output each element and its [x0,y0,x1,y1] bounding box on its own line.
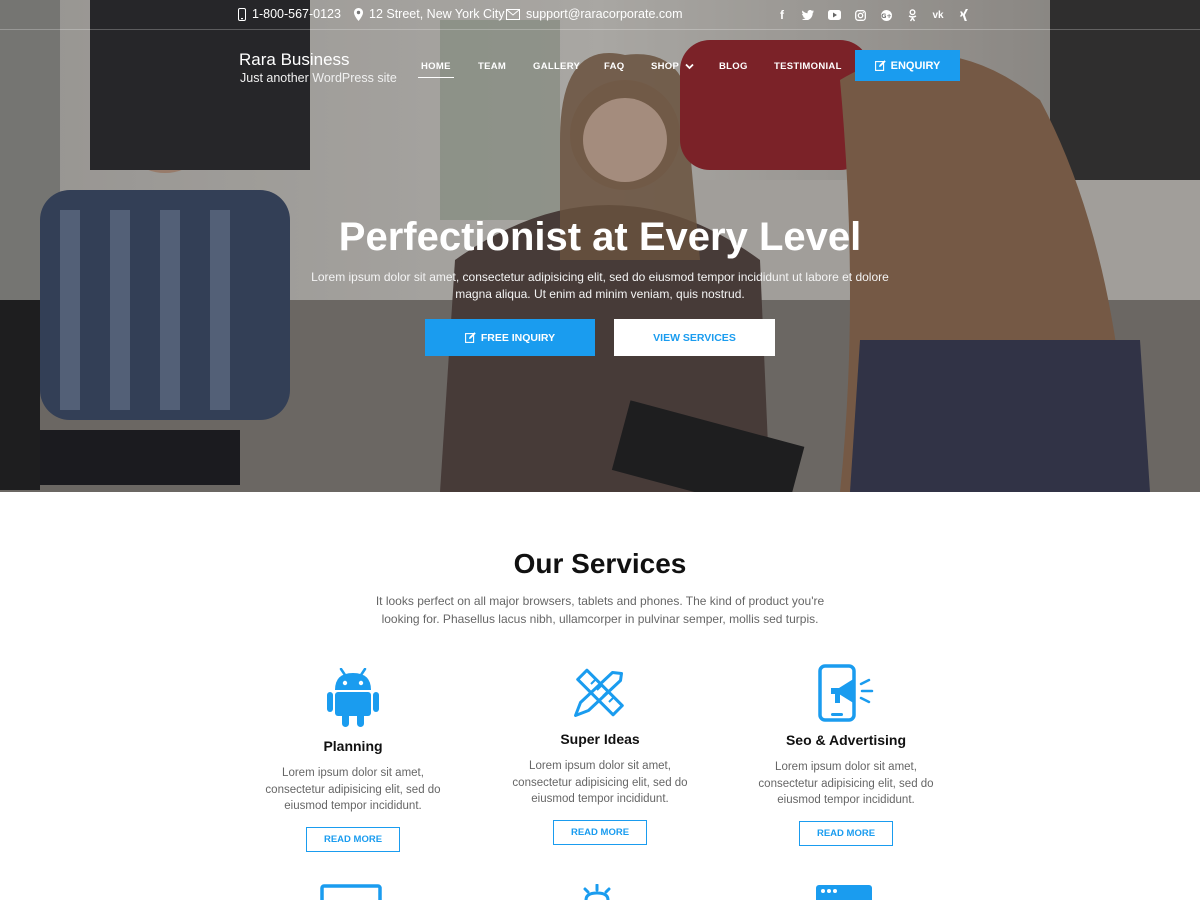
view-services-button[interactable]: VIEW SERVICES [614,319,775,356]
nav-item-team[interactable]: TEAM [478,61,506,72]
email-address: support@raracorporate.com [526,7,683,21]
address-text: 12 Street, New York City [369,7,505,21]
monitor-icon [320,884,382,900]
youtube-icon[interactable] [821,7,847,23]
browser-window-icon [816,885,872,900]
service-card-planning: Planning Lorem ipsum dolor sit amet, con… [253,668,453,852]
site-title[interactable]: Rara Business [239,50,350,70]
service-text: Lorem ipsum dolor sit amet, consectetur … [758,761,934,806]
nav-item-gallery[interactable]: GALLERY [533,61,580,72]
chevron-down-icon[interactable] [685,63,694,70]
map-marker-icon [354,7,363,21]
enquiry-button[interactable]: ENQUIRY [855,50,960,81]
instagram-icon[interactable] [847,7,873,23]
services-description: It looks perfect on all major browsers, … [375,594,825,626]
enquiry-button-label: ENQUIRY [890,59,941,72]
nav-item-testimonial[interactable]: TESTIMONIAL [774,61,842,72]
vk-icon[interactable]: vk [925,7,951,23]
services-title: Our Services [513,548,687,579]
google-plus-icon[interactable]: G+ [873,7,899,23]
top-info-bar: 1-800-567-0123 12 Street, New York City … [0,0,1200,30]
mobile-phone-icon [238,7,246,21]
free-inquiry-button[interactable]: FREE INQUIRY [425,319,595,356]
service-text: Lorem ipsum dolor sit amet, consectetur … [265,767,441,812]
nav-item-blog[interactable]: BLOG [719,61,748,72]
address-contact: 12 Street, New York City [354,7,504,21]
read-more-button[interactable]: READ MORE [799,820,893,846]
hero-subtitle: Lorem ipsum dolor sit amet, consectetur … [311,270,889,301]
mobile-megaphone-icon [818,664,874,722]
read-more-button[interactable]: READ MORE [553,819,647,845]
hero-section: 1-800-567-0123 12 Street, New York City … [0,0,1200,492]
android-icon [327,668,379,727]
edit-icon [874,60,886,71]
facebook-icon[interactable]: f [769,7,795,23]
site-tagline: Just another WordPress site [240,71,397,85]
svg-text:G+: G+ [881,12,892,20]
email-contact[interactable]: support@raracorporate.com [506,7,683,21]
nav-item-faq[interactable]: FAQ [604,61,624,72]
service-title: Planning [323,738,383,754]
service-card-super-ideas: Super Ideas Lorem ipsum dolor sit amet, … [500,664,700,845]
lightbulb-icon [583,884,611,900]
view-services-label: VIEW SERVICES [653,331,736,344]
xing-icon[interactable] [951,7,977,23]
read-more-button[interactable]: READ MORE [306,826,400,852]
envelope-icon [506,8,520,20]
service-card-seo-advertising: Seo & Advertising Lorem ipsum dolor sit … [746,664,946,846]
social-links: f G+ vk [769,7,977,23]
service-title: Super Ideas [560,731,640,747]
nav-item-shop[interactable]: SHOP [651,61,679,72]
phone-contact[interactable]: 1-800-567-0123 [238,7,341,21]
odnoklassniki-icon[interactable] [899,7,925,23]
service-title: Seo & Advertising [785,732,907,748]
twitter-icon[interactable] [795,7,821,23]
edit-icon [464,332,476,343]
free-inquiry-label: FREE INQUIRY [480,331,556,344]
hero-title: Perfectionist at Every Level [338,215,862,259]
service-text: Lorem ipsum dolor sit amet, consectetur … [512,760,688,805]
ruler-pencil-icon [574,668,624,717]
phone-number: 1-800-567-0123 [252,7,341,21]
nav-item-home[interactable]: HOME [418,61,454,78]
